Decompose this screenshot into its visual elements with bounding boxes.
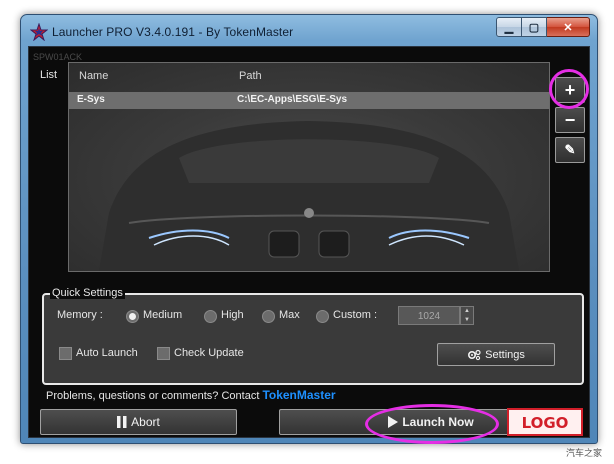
add-button[interactable]: +: [555, 77, 585, 103]
list-header: Name Path: [69, 63, 549, 90]
item-name: E-Sys: [77, 94, 105, 105]
custom-memory-stepper[interactable]: ▲ ▼: [460, 306, 474, 325]
site-logo-icon: LOGO: [507, 408, 583, 436]
memory-medium-label[interactable]: Medium: [143, 309, 182, 321]
contact-prompt: Problems, questions or comments? Contact: [46, 390, 260, 402]
memory-label: Memory :: [57, 309, 103, 321]
small-watermark: SPW01ACK: [33, 52, 83, 62]
check-update-label[interactable]: Check Update: [174, 347, 244, 359]
column-path-header[interactable]: Path: [239, 70, 262, 82]
pause-icon: [117, 416, 127, 428]
memory-custom-label[interactable]: Custom :: [333, 309, 377, 321]
edit-button[interactable]: ✎: [555, 137, 585, 163]
check-update-checkbox[interactable]: [157, 347, 170, 360]
contact-text: Problems, questions or comments? Contact…: [46, 388, 336, 402]
title-bar[interactable]: Launcher PRO V3.4.0.191 - By TokenMaster…: [21, 15, 597, 47]
settings-button[interactable]: Settings: [437, 343, 555, 366]
memory-high-radio[interactable]: [204, 310, 217, 323]
app-logo-icon: [30, 23, 48, 41]
corner-watermark: 汽车之家: [566, 448, 603, 458]
gears-icon: [468, 349, 481, 360]
column-name-header[interactable]: Name: [79, 70, 108, 82]
window-controls: ▁ ▢ ✕: [496, 17, 590, 37]
launcher-window: Launcher PRO V3.4.0.191 - By TokenMaster…: [20, 14, 598, 444]
quick-settings-group: Quick Settings Memory : Medium High Max …: [42, 287, 584, 385]
app-list[interactable]: Name Path E-Sys C:\EC-Apps\ESG\E-Sys: [68, 62, 550, 272]
abort-button-label: Abort: [131, 415, 160, 429]
memory-max-radio[interactable]: [262, 310, 275, 323]
memory-medium-radio[interactable]: [126, 310, 139, 323]
stepper-down-icon[interactable]: ▼: [461, 316, 473, 325]
memory-custom-radio[interactable]: [316, 310, 329, 323]
quick-settings-title: Quick Settings: [50, 287, 125, 299]
auto-launch-label[interactable]: Auto Launch: [76, 347, 138, 359]
stepper-up-icon[interactable]: ▲: [461, 307, 473, 316]
item-path: C:\EC-Apps\ESG\E-Sys: [237, 94, 348, 105]
auto-launch-checkbox[interactable]: [59, 347, 72, 360]
close-button[interactable]: ✕: [547, 17, 590, 37]
list-label: List: [40, 69, 58, 81]
tokenmaster-link[interactable]: TokenMaster: [262, 388, 335, 402]
memory-max-label[interactable]: Max: [279, 309, 300, 321]
launch-now-label: Launch Now: [402, 415, 474, 429]
remove-button[interactable]: −: [555, 107, 585, 133]
custom-memory-input[interactable]: 1024: [398, 306, 460, 325]
settings-button-label: Settings: [485, 348, 525, 361]
maximize-button[interactable]: ▢: [522, 17, 547, 37]
svg-text:LOGO: LOGO: [522, 414, 569, 432]
abort-button[interactable]: Abort: [40, 409, 237, 435]
client-area: SPW01ACK List Name Path E-Sys C:\EC-Apps…: [28, 46, 590, 444]
play-icon: [388, 416, 399, 428]
window-title: Launcher PRO V3.4.0.191 - By TokenMaster: [52, 25, 294, 39]
minimize-button[interactable]: ▁: [496, 17, 522, 37]
list-item[interactable]: E-Sys C:\EC-Apps\ESG\E-Sys: [69, 92, 549, 109]
memory-high-label[interactable]: High: [221, 309, 244, 321]
